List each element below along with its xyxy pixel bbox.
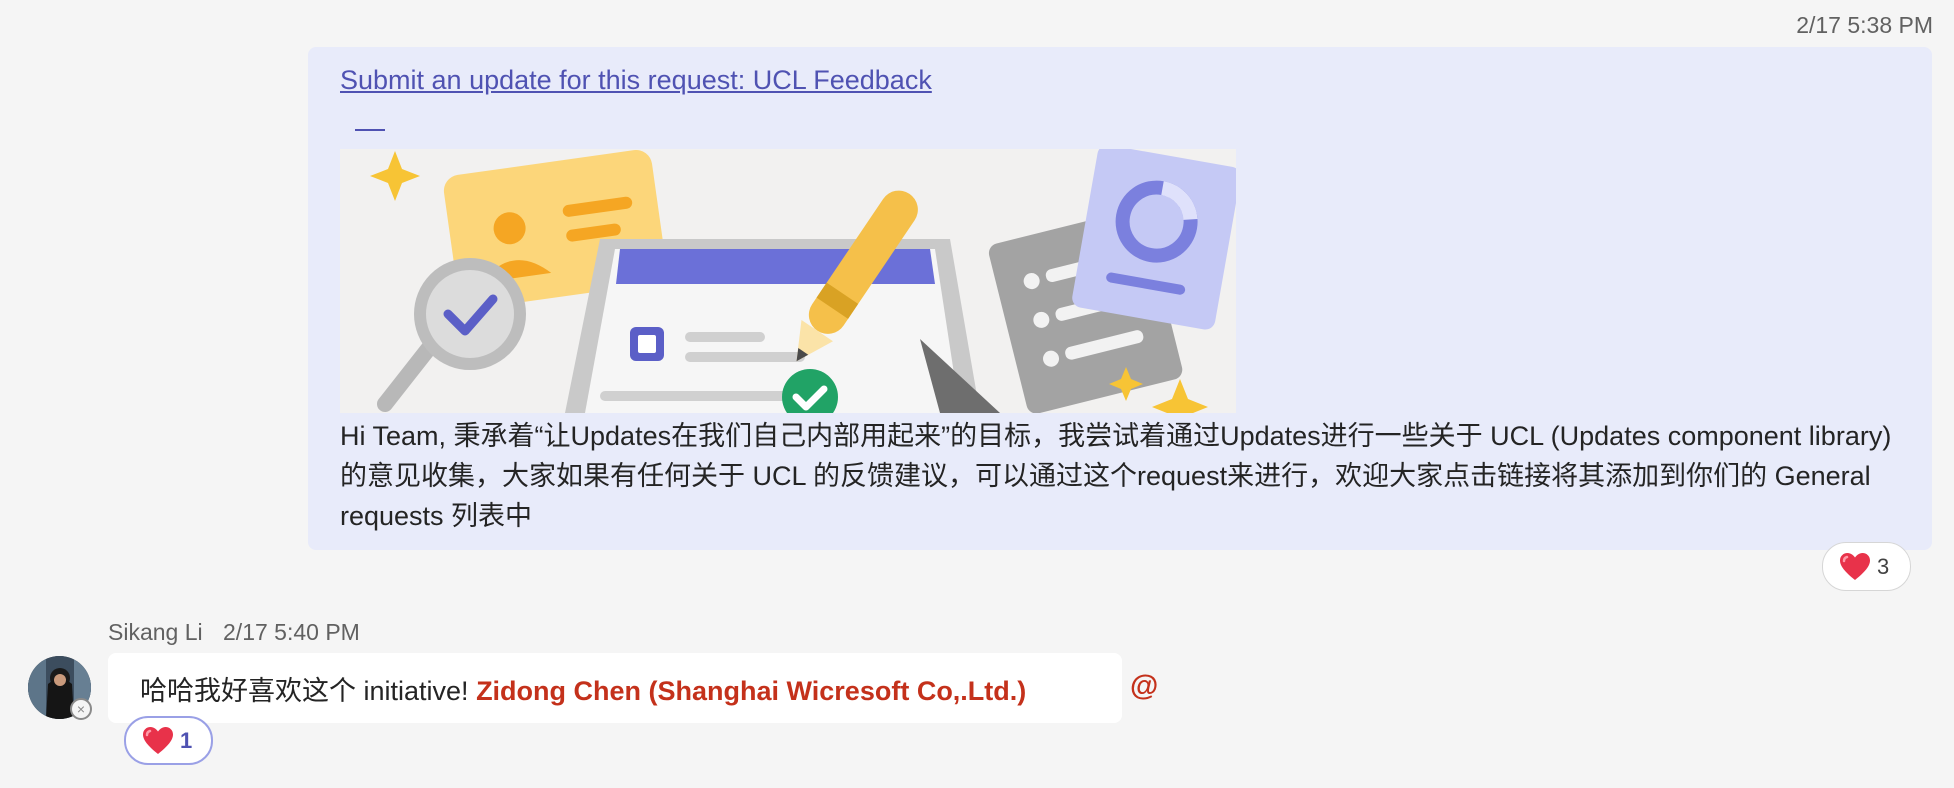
reply-header: Sikang Li 2/17 5:40 PM	[108, 619, 374, 646]
reply-body: 哈哈我好喜欢这个 initiative!	[140, 676, 477, 706]
heart-icon	[143, 726, 173, 754]
own-message-body: Hi Team, 秉承着“让Updates在我们自己内部用起来”的目标，我尝试着…	[340, 421, 1892, 531]
reply-message-text: 哈哈我好喜欢这个 initiative! Zidong Chen (Shangh…	[140, 669, 1026, 708]
reply-reaction[interactable]: 1	[124, 716, 213, 765]
at-mention-icon: @	[1130, 670, 1159, 702]
reaction-count: 1	[180, 727, 193, 753]
illustration-graphic	[340, 149, 1236, 413]
updates-card-illustration[interactable]	[340, 149, 1236, 413]
reply-message-bubble[interactable]: 哈哈我好喜欢这个 initiative! Zidong Chen (Shangh…	[108, 653, 1122, 723]
sender-name: Sikang Li	[108, 619, 203, 645]
request-update-link[interactable]: Submit an update for this request: UCL F…	[340, 65, 932, 96]
link-divider	[355, 129, 385, 131]
own-message-timestamp: 2/17 5:38 PM	[1796, 12, 1933, 38]
presence-offline-icon: ×	[70, 698, 92, 720]
mention-link[interactable]: Zidong Chen (Shanghai Wicresoft Co,.Ltd.…	[476, 676, 1026, 706]
own-message-bubble[interactable]: Submit an update for this request: UCL F…	[308, 47, 1932, 550]
own-message-reaction[interactable]: 3	[1822, 542, 1911, 591]
reply-timestamp: 2/17 5:40 PM	[223, 619, 360, 645]
heart-icon	[1840, 552, 1870, 580]
reaction-count: 3	[1877, 553, 1890, 579]
